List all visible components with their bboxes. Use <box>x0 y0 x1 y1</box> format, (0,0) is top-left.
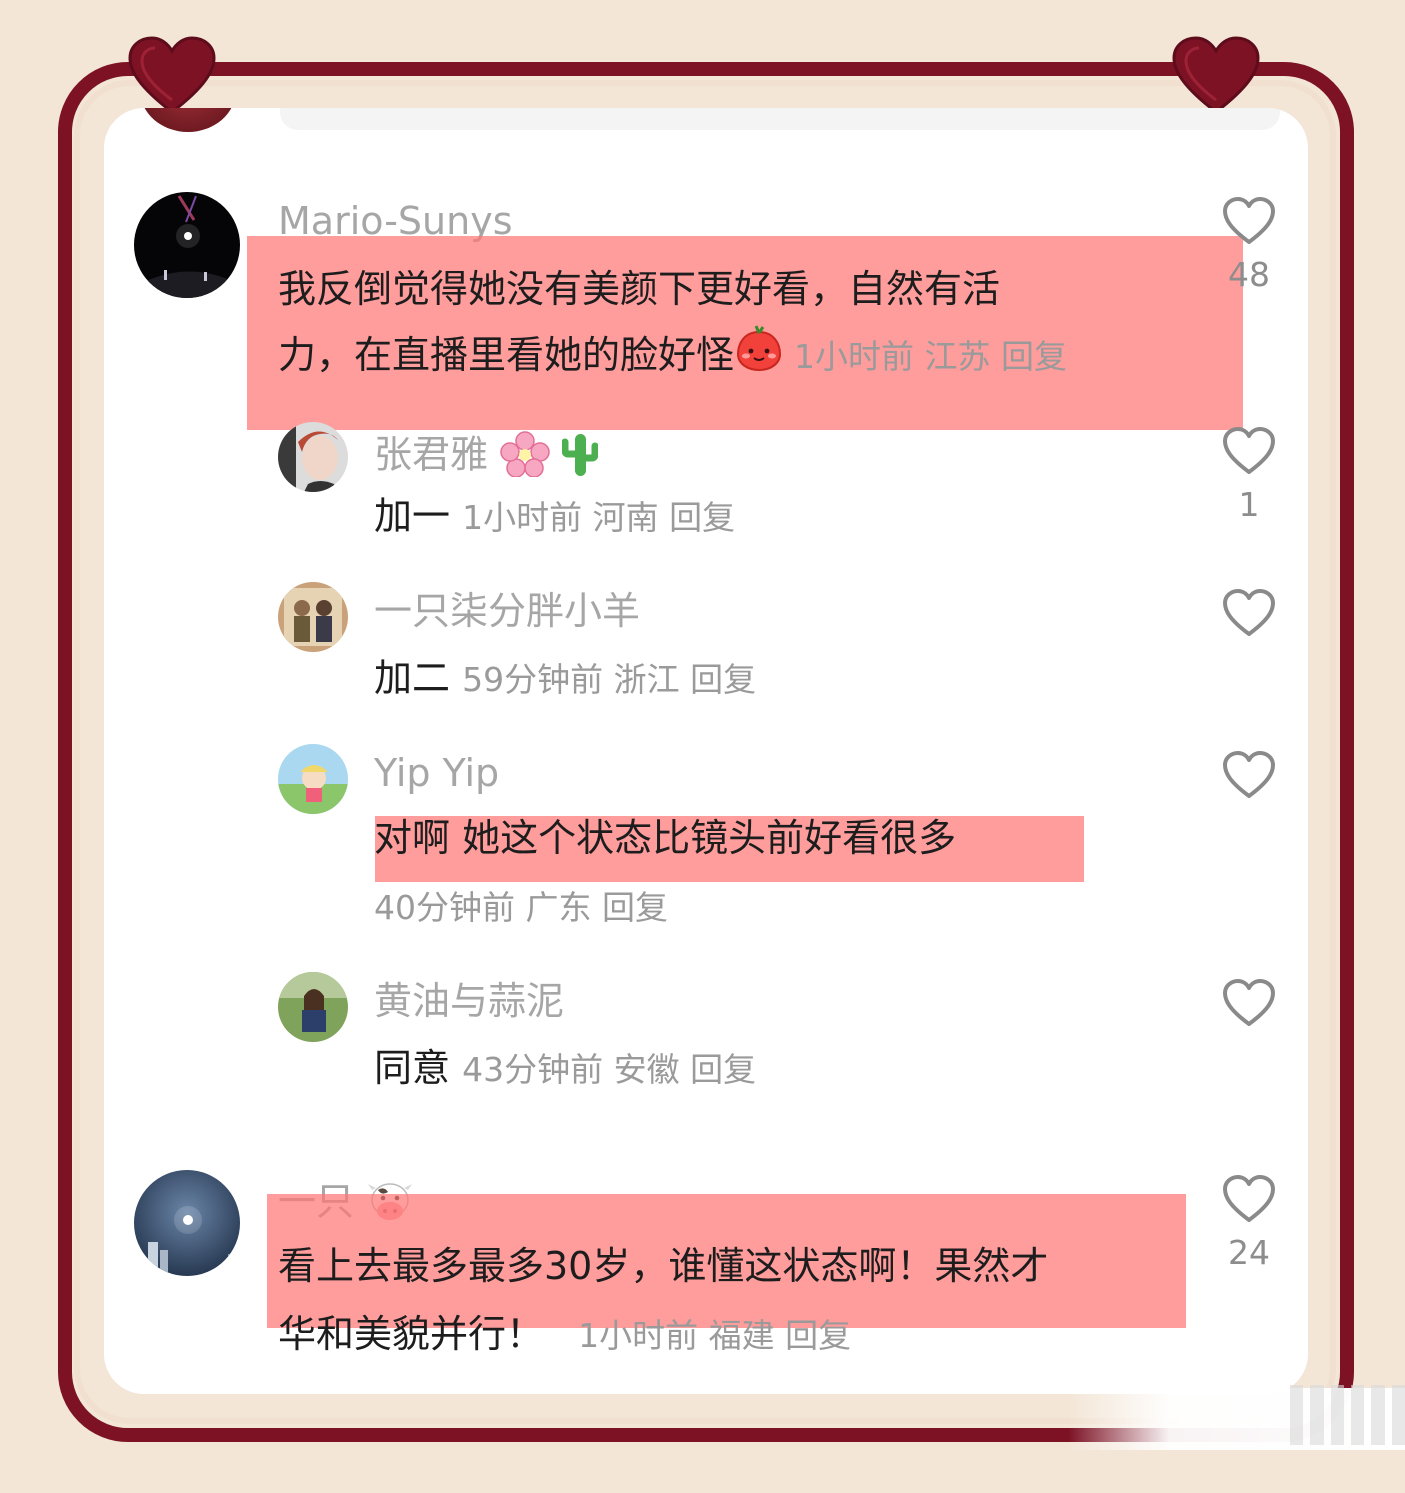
comment-time: 1小时前 <box>462 498 583 537</box>
comment-username[interactable]: Mario-Sunys <box>278 202 513 240</box>
like-count: 48 <box>1228 255 1270 294</box>
comment-time: 59分钟前 <box>462 660 604 699</box>
like-button[interactable]: 24 <box>1214 1174 1284 1269</box>
comment-text-line: 华和美貌并行！ 1小时前 福建 回复 <box>278 1300 1238 1370</box>
comment-location: 江苏 <box>924 337 991 376</box>
reply-button[interactable]: 回复 <box>602 888 668 927</box>
comment-text-fragment: 加一 <box>374 494 451 538</box>
like-count: 1 <box>1238 485 1260 524</box>
reply-button[interactable]: 回复 <box>690 1050 756 1089</box>
like-button[interactable] <box>1214 750 1284 800</box>
comment-time: 1小时前 <box>578 1316 699 1355</box>
comment-meta: 40分钟前 广东 回复 <box>374 886 668 930</box>
comment-username[interactable]: 黄油与蒜泥 <box>374 982 564 1020</box>
comment-username[interactable]: 张君雅 <box>374 430 599 484</box>
heart-decoration-icon <box>1172 36 1260 116</box>
heart-decoration-icon <box>128 36 216 116</box>
comment-text-fragment: 力，在直播里看她的脸好怪 <box>278 333 735 377</box>
comment-location: 福建 <box>708 1316 775 1355</box>
heart-outline-icon <box>1223 1175 1275 1222</box>
comment-time: 40分钟前 <box>374 888 515 927</box>
previous-comment-avatar[interactable] <box>140 108 236 132</box>
outdoor-girl-avatar[interactable] <box>278 972 348 1042</box>
like-button[interactable]: 1 <box>1214 426 1284 521</box>
heart-outline-icon <box>1223 979 1275 1026</box>
comment-text: 加一 1小时前 河南 回复 <box>374 492 735 542</box>
night-stage-avatar[interactable] <box>134 192 240 298</box>
cactus-emoji <box>561 430 599 484</box>
comment-text: 我反倒觉得她没有美颜下更好看，自然有活 力，在直播里看她的脸好怪 1小时前 江苏 … <box>278 256 1178 392</box>
comment-username[interactable]: 一只 <box>278 1180 414 1228</box>
reply-button[interactable]: 回复 <box>669 498 735 537</box>
comment-username[interactable]: 一只柒分胖小羊 <box>374 592 640 630</box>
comment-text: 看上去最多最多30岁，谁懂这状态啊！果然才 华和美貌并行！ 1小时前 福建 回复 <box>278 1232 1238 1370</box>
comment-location: 安徽 <box>613 1050 680 1089</box>
comment-location: 广东 <box>525 888 592 927</box>
comment-text-line: 看上去最多最多30岁，谁懂这状态啊！果然才 <box>278 1244 1049 1288</box>
reply-button[interactable]: 回复 <box>1001 337 1067 376</box>
comment-meta: 1小时前 河南 回复 <box>462 498 735 537</box>
like-button[interactable] <box>1214 588 1284 638</box>
heart-outline-icon <box>1223 589 1275 636</box>
portrait-avatar[interactable] <box>278 422 348 492</box>
moon-sky-avatar[interactable] <box>134 1170 240 1276</box>
comment-meta: 1小时前 福建 回复 <box>578 1316 851 1355</box>
like-button[interactable] <box>1214 978 1284 1028</box>
cartoon-boy-avatar[interactable] <box>278 744 348 814</box>
comment-text-line: 力，在直播里看她的脸好怪 1小时前 江苏 回复 <box>278 322 1178 392</box>
like-button[interactable]: 48 <box>1214 196 1284 291</box>
comment-time: 43分钟前 <box>462 1050 604 1089</box>
comment-location: 河南 <box>592 498 659 537</box>
comment-time: 1小时前 <box>794 337 915 376</box>
comment-text-fragment: 华和美貌并行！ <box>278 1312 545 1356</box>
comment-meta: 1小时前 江苏 回复 <box>794 337 1067 376</box>
comment-text: 同意 43分钟前 安徽 回复 <box>374 1044 756 1094</box>
heart-outline-icon <box>1223 197 1275 244</box>
like-count: 24 <box>1228 1233 1270 1272</box>
apple-face-emoji <box>734 324 784 392</box>
couple-photo-avatar[interactable] <box>278 582 348 652</box>
comments-card: Mario-Sunys 我反倒觉得她没有美颜下更好看，自然有活 力，在直播里看她… <box>104 108 1308 1394</box>
heart-outline-icon <box>1223 751 1275 798</box>
comment-username-text: 一只 <box>278 1179 355 1224</box>
comment-text-line: 我反倒觉得她没有美颜下更好看，自然有活 <box>278 267 1001 311</box>
comment-text: 加二 59分钟前 浙江 回复 <box>374 654 756 704</box>
comment-username-text: 张君雅 <box>374 432 489 477</box>
comment-meta: 43分钟前 安徽 回复 <box>462 1050 756 1089</box>
comment-text: 对啊 她这个状态比镜头前好看很多 <box>374 816 957 860</box>
comment-username[interactable]: Yip Yip <box>374 754 499 792</box>
reply-button[interactable]: 回复 <box>785 1316 851 1355</box>
comment-text-fragment: 加二 <box>374 656 451 700</box>
reply-button[interactable]: 回复 <box>690 660 756 699</box>
comment-text-fragment: 同意 <box>374 1046 451 1090</box>
cow-face-emoji <box>366 1180 414 1228</box>
heart-outline-icon <box>1223 427 1275 474</box>
previous-comment-bar <box>280 108 1280 130</box>
cherry-blossom-emoji <box>500 431 550 483</box>
comment-location: 浙江 <box>613 660 680 699</box>
comment-meta: 59分钟前 浙江 回复 <box>462 660 756 699</box>
watermark-bars <box>1290 1385 1405 1445</box>
